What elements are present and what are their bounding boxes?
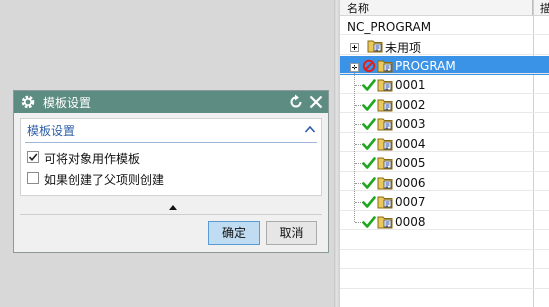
checkmark-icon xyxy=(28,153,38,162)
tree-header: 名称 描 xyxy=(340,0,549,16)
tree-node-row[interactable]: 0008 xyxy=(340,212,533,231)
program-folder-icon xyxy=(377,175,393,190)
tree-node-row[interactable]: 0001 xyxy=(340,75,533,94)
row-gridline xyxy=(340,190,549,191)
row-gridline xyxy=(340,151,549,152)
column-header-second[interactable]: 描 xyxy=(540,0,549,16)
tree-node-label: 0002 xyxy=(395,97,426,112)
template-settings-group: 模板设置 可将对象用作模板 如果创建了父项则创建 xyxy=(20,118,322,196)
tree-node-row[interactable]: 未用项 xyxy=(340,36,533,55)
tree-node-row[interactable]: 0007 xyxy=(340,192,533,211)
tree-connector-line xyxy=(354,65,355,222)
program-folder-icon xyxy=(377,77,393,92)
row-gridline xyxy=(340,53,549,55)
row-gridline xyxy=(340,73,549,74)
row-gridline xyxy=(340,131,549,133)
chevron-up-icon[interactable] xyxy=(304,124,316,134)
row-gridline xyxy=(340,229,549,230)
check-icon xyxy=(362,78,378,93)
row-gridline xyxy=(340,268,549,269)
ok-button[interactable]: 确定 xyxy=(208,221,260,245)
row-gridline xyxy=(340,287,549,289)
tree-node-label: 0008 xyxy=(395,214,426,229)
tree-node-label: 0005 xyxy=(395,156,426,170)
program-folder-icon xyxy=(377,194,393,209)
row-gridline xyxy=(340,92,549,94)
plus-expander-icon[interactable] xyxy=(350,41,359,52)
check-icon xyxy=(362,215,378,230)
dialog-title: 模板设置 xyxy=(43,96,92,110)
dialog-title-bar[interactable]: 模板设置 xyxy=(14,91,328,113)
triangle-up-icon[interactable] xyxy=(168,203,178,211)
program-folder-icon xyxy=(377,116,393,131)
no-entry-icon xyxy=(362,59,378,74)
row-gridline xyxy=(340,112,549,113)
column-header-name[interactable]: 名称 xyxy=(347,0,369,16)
check-icon xyxy=(362,137,378,152)
check-icon xyxy=(362,98,378,113)
check-icon xyxy=(362,176,378,191)
reset-icon[interactable] xyxy=(288,94,304,110)
checkbox-create-if-parent[interactable] xyxy=(27,172,39,184)
row-gridline xyxy=(340,170,549,172)
program-folder-icon xyxy=(377,136,393,151)
program-order-navigator: 名称 描 NC_PROGRAM 未用项 PROGRAM 0001 0002 0003 00… xyxy=(340,0,549,307)
column-divider xyxy=(533,0,534,307)
tree-node-row[interactable]: PROGRAM xyxy=(340,55,549,75)
tree-root-label: NC_PROGRAM xyxy=(347,20,432,34)
check-icon xyxy=(362,156,378,171)
program-folder-icon xyxy=(367,38,383,53)
template-settings-dialog: 模板设置 模板设置 可将对象用作模板 如果创建了父项则创建 确定 取消 xyxy=(13,90,329,253)
tree-node-label: 0001 xyxy=(395,78,426,92)
row-gridline xyxy=(340,34,549,35)
tree-node-label: 0007 xyxy=(395,195,426,209)
tree-node-label: PROGRAM xyxy=(395,58,456,73)
program-folder-icon xyxy=(377,58,393,73)
option-label: 如果创建了父项则创建 xyxy=(44,173,165,187)
tree-node-row[interactable]: 0004 xyxy=(340,134,533,153)
check-icon xyxy=(362,195,378,210)
tree-node-row[interactable]: 0005 xyxy=(340,153,533,172)
row-gridline xyxy=(340,248,549,250)
group-title: 模板设置 xyxy=(27,124,76,138)
group-header[interactable]: 模板设置 xyxy=(21,119,321,141)
gear-icon xyxy=(21,95,35,109)
program-folder-icon xyxy=(377,97,393,112)
option-label: 可将对象用作模板 xyxy=(44,152,141,166)
checkbox-use-as-template[interactable] xyxy=(27,151,39,163)
row-gridline xyxy=(340,209,549,211)
check-icon xyxy=(362,117,378,132)
group-divider xyxy=(25,142,317,143)
tree-node-label: 0004 xyxy=(395,136,426,151)
tree-node-row[interactable]: 0003 xyxy=(340,114,533,133)
tree-node-row[interactable]: 0006 xyxy=(340,173,533,192)
close-icon[interactable] xyxy=(308,94,324,110)
tree-node-row[interactable]: 0002 xyxy=(340,95,533,114)
cancel-button[interactable]: 取消 xyxy=(266,221,317,245)
tree-node-label: 0003 xyxy=(395,117,426,131)
program-folder-icon xyxy=(377,155,393,170)
dialog-divider xyxy=(20,214,322,215)
program-folder-icon xyxy=(377,214,393,229)
tree-node-label: 0006 xyxy=(395,175,426,190)
